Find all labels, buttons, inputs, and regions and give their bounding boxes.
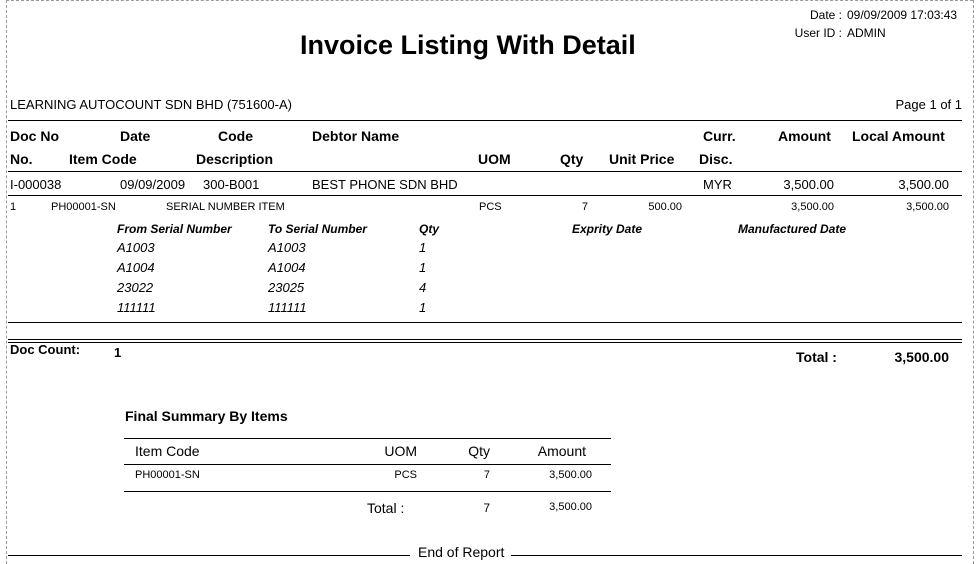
grand-total-value: 3,500.00 [894, 349, 950, 365]
invoice-rule [8, 195, 962, 196]
summary-col-amount: Amount [537, 443, 586, 459]
serial-from-header: From Serial Number [117, 222, 232, 236]
summary-total-qty: 7 [483, 501, 490, 515]
col-date: Date [120, 128, 151, 144]
col-local-amount: Local Amount [852, 128, 945, 144]
col-debtor-name: Debtor Name [312, 128, 400, 144]
header-top-rule [8, 120, 962, 121]
end-rule-right [511, 555, 962, 556]
summary-total-rule [124, 491, 611, 492]
summary-top-rule [124, 438, 611, 439]
serial-to: A1003 [268, 240, 306, 255]
userid-label: User ID : [794, 26, 842, 40]
serial-expiry-header: Exprity Date [572, 222, 643, 236]
serial-to: 111111 [268, 300, 307, 315]
serial-from: 111111 [117, 300, 156, 315]
item-local-amount: 3,500.00 [906, 201, 949, 213]
col-doc-no: Doc No [10, 128, 59, 144]
summary-total-amount: 3,500.00 [549, 501, 592, 513]
col-no: No. [10, 151, 33, 167]
item-qty: 7 [581, 201, 588, 213]
serial-qty-header: Qty [419, 222, 440, 236]
report-title: Invoice Listing With Detail [300, 30, 636, 60]
summary-row-item-code: PH00001-SN [135, 469, 200, 481]
item-amount: 3,500.00 [791, 201, 834, 213]
serial-manufactured-header: Manufactured Date [738, 222, 847, 236]
userid-value: ADMIN [847, 26, 886, 40]
doc-count-value: 1 [114, 345, 122, 360]
col-code: Code [218, 128, 253, 144]
col-disc: Disc. [699, 151, 733, 167]
invoice-curr: MYR [703, 177, 732, 192]
summary-col-uom: UOM [384, 443, 417, 459]
date-label: Date : [809, 8, 842, 22]
item-description: SERIAL NUMBER ITEM [166, 201, 285, 213]
serial-qty: 4 [419, 280, 427, 295]
end-of-report: End of Report [418, 544, 505, 560]
serial-from: A1004 [117, 260, 155, 275]
summary-header-rule [124, 464, 611, 465]
serial-to: 23025 [268, 280, 305, 295]
header-bottom-rule [8, 171, 962, 172]
col-item-code: Item Code [69, 151, 137, 167]
serial-from: 23022 [117, 280, 154, 295]
invoice-local-amount: 3,500.00 [898, 177, 949, 192]
summary-row-uom: PCS [394, 469, 417, 481]
item-code: PH00001-SN [51, 201, 116, 213]
page-border-right [973, 0, 974, 564]
serial-qty: 1 [419, 300, 427, 315]
summary-col-qty: Qty [468, 443, 490, 459]
invoice-debtor-name: BEST PHONE SDN BHD [312, 177, 458, 192]
invoice-doc-no: I-000038 [10, 177, 62, 192]
detail-end-rule [8, 322, 962, 323]
footer-rule-2 [8, 342, 962, 343]
serial-to: A1004 [268, 260, 306, 275]
item-no: 1 [10, 201, 17, 213]
col-curr: Curr. [703, 128, 736, 144]
summary-title: Final Summary By Items [125, 408, 288, 424]
company-name: LEARNING AUTOCOUNT SDN BHD (751600-A) [10, 97, 292, 112]
serial-to-header: To Serial Number [268, 222, 367, 236]
page-border-left [6, 0, 7, 564]
summary-row-qty: 7 [483, 469, 490, 481]
invoice-code: 300-B001 [203, 177, 260, 192]
date-value: 09/09/2009 17:03:43 [847, 8, 958, 22]
serial-from: A1003 [117, 240, 155, 255]
col-amount: Amount [778, 128, 831, 144]
col-unit-price: Unit Price [609, 151, 675, 167]
col-description: Description [196, 151, 274, 167]
doc-count-label: Doc Count: [10, 342, 81, 357]
page-number: Page 1 of 1 [895, 97, 963, 112]
invoice-amount: 3,500.00 [783, 177, 834, 192]
item-unit-price: 500.00 [648, 201, 682, 213]
col-uom: UOM [478, 151, 511, 167]
item-uom: PCS [479, 201, 502, 213]
serial-qty: 1 [419, 260, 427, 275]
serial-qty: 1 [419, 240, 427, 255]
footer-rule-1 [8, 339, 962, 340]
invoice-date: 09/09/2009 [120, 177, 186, 192]
summary-row-amount: 3,500.00 [549, 469, 592, 481]
end-rule-left [8, 555, 410, 556]
summary-total-label: Total : [367, 500, 405, 516]
col-qty: Qty [560, 151, 584, 167]
summary-col-item-code: Item Code [135, 443, 200, 459]
grand-total-label: Total : [796, 349, 837, 365]
report-page: Date : 09/09/2009 17:03:43 User ID : ADM… [0, 0, 978, 564]
page-border-top [6, 0, 973, 1]
